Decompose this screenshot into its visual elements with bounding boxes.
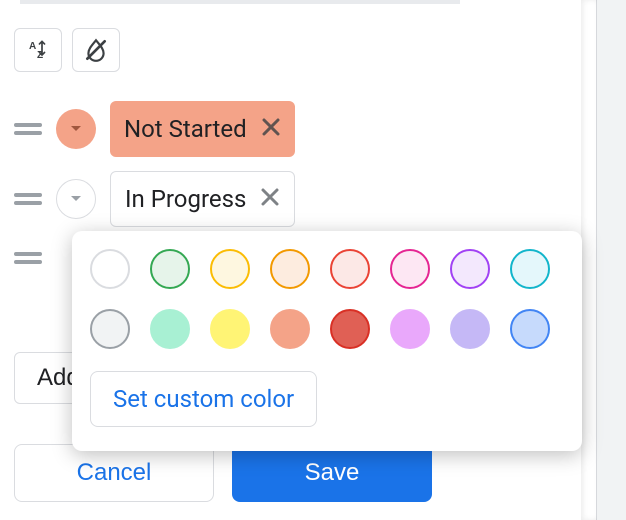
- color-swatch[interactable]: [150, 249, 190, 289]
- option-color-button[interactable]: [56, 179, 96, 219]
- color-picker-popover: Set custom color: [72, 231, 582, 451]
- option-label: Not Started: [124, 115, 247, 143]
- option-row: Not Started: [14, 94, 295, 164]
- color-swatch[interactable]: [510, 249, 550, 289]
- option-row: In Progress: [14, 164, 295, 234]
- color-swatch[interactable]: [210, 309, 250, 349]
- color-swatch[interactable]: [90, 249, 130, 289]
- set-custom-color-button[interactable]: Set custom color: [90, 371, 317, 427]
- caret-down-icon: [70, 125, 82, 133]
- sort-az-button[interactable]: A Z: [14, 28, 62, 72]
- color-swatch[interactable]: [510, 309, 550, 349]
- color-swatch-grid: [90, 249, 564, 349]
- close-icon[interactable]: [261, 115, 281, 143]
- drag-handle-icon[interactable]: [14, 193, 42, 205]
- top-divider: [20, 0, 460, 4]
- color-swatch[interactable]: [450, 309, 490, 349]
- option-chip[interactable]: In Progress: [110, 171, 295, 227]
- color-swatch[interactable]: [150, 309, 190, 349]
- caret-down-icon: [70, 195, 82, 203]
- color-swatch[interactable]: [390, 249, 430, 289]
- cancel-button[interactable]: Cancel: [14, 444, 214, 502]
- color-swatch[interactable]: [270, 309, 310, 349]
- color-swatch[interactable]: [90, 309, 130, 349]
- option-label: In Progress: [125, 185, 246, 213]
- close-icon[interactable]: [260, 185, 280, 213]
- colorblind-toggle-button[interactable]: [72, 28, 120, 72]
- drag-handle-icon[interactable]: [14, 252, 42, 264]
- color-swatch[interactable]: [390, 309, 430, 349]
- color-swatch[interactable]: [330, 309, 370, 349]
- save-button[interactable]: Save: [232, 444, 432, 502]
- save-label: Save: [305, 459, 360, 487]
- panel-right-edge: [596, 0, 626, 520]
- svg-text:A: A: [29, 41, 36, 52]
- set-custom-color-label: Set custom color: [113, 385, 294, 413]
- option-color-button[interactable]: [56, 109, 96, 149]
- sort-az-icon: A Z: [26, 38, 50, 62]
- colorblind-off-icon: [83, 37, 109, 63]
- color-swatch[interactable]: [330, 249, 370, 289]
- cancel-label: Cancel: [77, 459, 152, 487]
- dialog-footer: Cancel Save: [14, 444, 432, 502]
- toolbar: A Z: [14, 28, 120, 72]
- color-swatch[interactable]: [210, 249, 250, 289]
- drag-handle-icon[interactable]: [14, 123, 42, 135]
- color-swatch[interactable]: [450, 249, 490, 289]
- option-chip[interactable]: Not Started: [110, 101, 295, 157]
- color-swatch[interactable]: [270, 249, 310, 289]
